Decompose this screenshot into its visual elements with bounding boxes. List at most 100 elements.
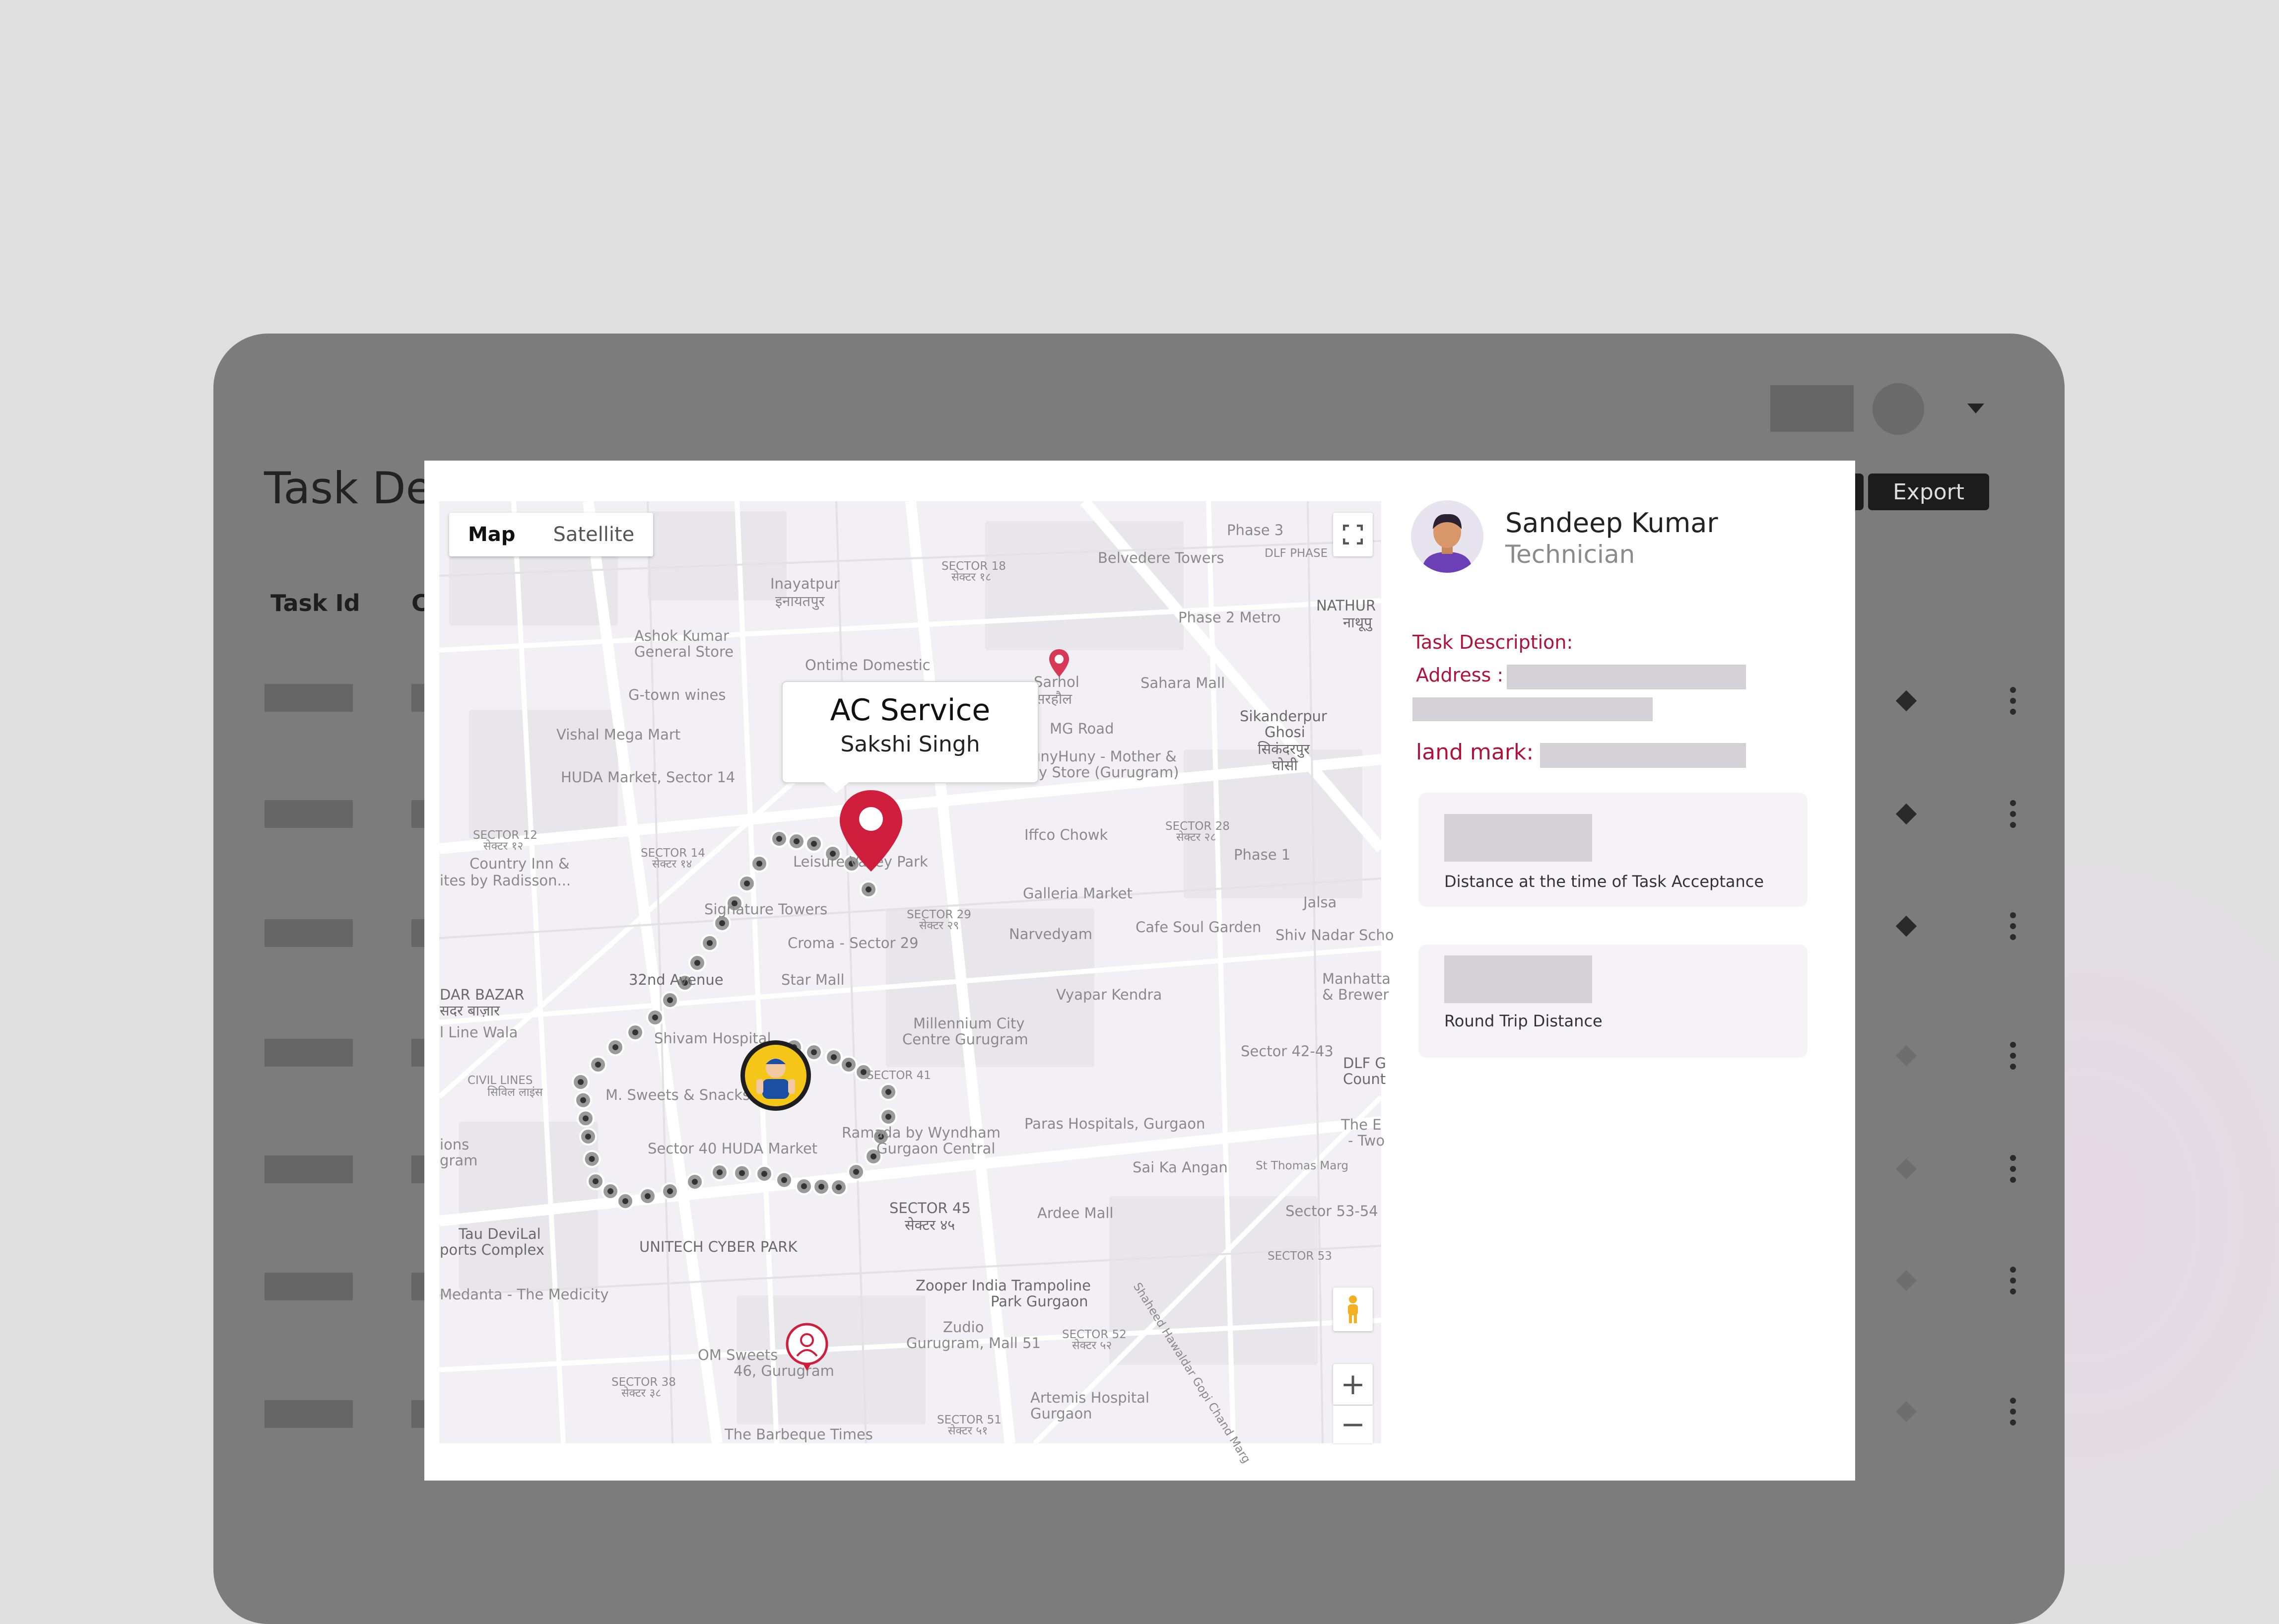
street-view-button[interactable] (1333, 1287, 1373, 1331)
route-dot-center (853, 1169, 859, 1175)
map-label-shivnadar: Shiv Nadar Scho (1275, 927, 1394, 944)
route-dot-center (580, 1097, 586, 1103)
route-dot-center (831, 1054, 837, 1060)
map-label-phase2: Phase 2 Metro (1178, 609, 1281, 626)
map-type-map-button[interactable]: Map (449, 513, 534, 556)
route-dot-center (866, 886, 871, 892)
map-label-vishal: Vishal Mega Mart (556, 726, 681, 743)
address-value-placeholder (1507, 665, 1746, 689)
map-info-callout: AC Service Sakshi Singh (782, 681, 1039, 783)
map-label-nathur: NATHUR (1316, 597, 1376, 614)
route-dot-center (578, 1079, 584, 1085)
map-label-gtown: G-town wines (628, 686, 726, 703)
route-dot-center (801, 1183, 807, 1189)
zoom-out-icon: − (1340, 1407, 1366, 1442)
map-label-narvedyam: Narvedyam (1009, 926, 1092, 943)
map-label-phase1: Phase 1 (1234, 846, 1291, 863)
route-dot-center (761, 1171, 767, 1177)
route-dot-center (836, 1184, 842, 1190)
map-label-ramada2: Gurgaon Central (876, 1140, 996, 1157)
map-label-civil-hi: सिविल लाइंस (487, 1086, 543, 1099)
fullscreen-icon (1343, 525, 1363, 544)
route-dot-center (667, 1188, 673, 1194)
round-trip-card: Round Trip Distance (1418, 945, 1808, 1058)
route-dot-center (694, 960, 700, 966)
technician-role: Technician (1505, 540, 1635, 569)
round-trip-value-placeholder (1444, 955, 1592, 1003)
map-label-hunny2: y Store (Gurugram) (1039, 764, 1179, 781)
route-dot-center (607, 1188, 613, 1194)
map-label-two: - Two (1348, 1132, 1385, 1149)
map-label-ontime: Ontime Domestic (805, 657, 931, 674)
route-dot-center (861, 1069, 867, 1075)
route-dot-center (645, 1193, 651, 1199)
landmark-label: land mark: (1416, 740, 1534, 765)
map-label-zudio2: Gurugram, Mall 51 (906, 1335, 1041, 1352)
map-label-saika: Sai Ka Angan (1133, 1159, 1228, 1176)
route-dot-center (583, 1115, 589, 1122)
map-label-sector51-hi: सेक्टर ५१ (948, 1424, 988, 1437)
map-label-linewala: l Line Wala (440, 1024, 518, 1041)
map-label-sector12-hi: सेक्टर १२ (483, 840, 524, 853)
map-label-vyapar: Vyapar Kendra (1056, 986, 1162, 1003)
map-label-sikanderpur-hi: सिकंदरपुर (1258, 741, 1310, 757)
route-dot-center (719, 920, 725, 926)
route-dot-center (692, 1179, 698, 1185)
map-label-taudevilal: Tau DeviLal (459, 1225, 541, 1242)
address-label: Address : (1416, 664, 1504, 686)
route-dot-center (652, 1015, 658, 1020)
zoom-in-button[interactable]: + (1333, 1364, 1373, 1405)
route-dot-center (781, 1177, 787, 1183)
route-dot-center (593, 1178, 599, 1184)
map-label-inayatpur: Inayatpur (770, 575, 840, 592)
map-label-darbazar: DAR BAZAR (440, 986, 525, 1003)
map-label-artemis2: Gurgaon (1030, 1405, 1092, 1422)
distance-acceptance-value-placeholder (1444, 814, 1592, 862)
map-label-phase3: Phase 3 (1227, 522, 1284, 539)
map-label-jalsa: Jalsa (1303, 894, 1337, 911)
map-label-unitech: UNITECH CYBER PARK (639, 1238, 798, 1255)
person-avatar-icon (1422, 514, 1473, 573)
map-label-country: Country Inn & (469, 855, 570, 872)
map-label-huda: HUDA Market, Sector 14 (561, 769, 736, 786)
task-description-label: Task Description: (1412, 631, 1573, 653)
map-label-sector45: SECTOR 45 (889, 1200, 971, 1217)
map-label-sikanderpur: Sikanderpur (1240, 708, 1327, 725)
fullscreen-button[interactable] (1333, 513, 1373, 556)
map-label-gram: gram (440, 1152, 478, 1169)
destination-marker-icon[interactable] (785, 1322, 829, 1372)
address-value-placeholder-line2 (1412, 697, 1653, 721)
map-label-sector28-hi: सेक्टर २८ (1176, 831, 1216, 844)
route-overlay (572, 830, 897, 1210)
map-label-belvedere: Belvedere Towers (1098, 549, 1224, 566)
route-dot-center (885, 1114, 891, 1120)
zoom-out-button[interactable]: − (1333, 1406, 1373, 1443)
route-dot-center (589, 1156, 595, 1162)
map-label-sector45-hi: सेक्टर ४५ (905, 1217, 955, 1233)
map-label-sector38-hi: सेक्टर ३८ (621, 1387, 662, 1400)
map-label-iffco: Iffco Chowk (1024, 826, 1108, 843)
map-label-dlfcount: DLF G (1343, 1055, 1386, 1072)
map-label-brewer: & Brewer (1322, 986, 1389, 1003)
route-dot-center (595, 1062, 601, 1068)
route-dot-center (744, 880, 750, 886)
map-label-sector14-hi: सेक्टर १४ (652, 858, 692, 871)
map-label-stthomas: St Thomas Marg (1256, 1159, 1349, 1172)
route-dot-center (776, 836, 782, 842)
map-label-thee: The E (1341, 1116, 1382, 1133)
technician-avatar (1411, 500, 1483, 573)
map-pin-icon[interactable] (837, 788, 905, 874)
map-label-zooper: Zooper India Trampoline (916, 1277, 1091, 1294)
map-label-galleria: Galleria Market (1023, 885, 1133, 902)
round-trip-label: Round Trip Distance (1444, 1012, 1603, 1030)
map-label-hunny: unyHuny - Mother & (1031, 748, 1177, 765)
sarhol-poi-icon (1049, 649, 1069, 677)
route-dot-center (846, 1062, 852, 1068)
route-dot-center (707, 940, 713, 946)
technician-marker-icon[interactable] (738, 1038, 813, 1113)
map-label-zudio: Zudio (943, 1319, 984, 1336)
map-type-control[interactable]: Map Satellite (449, 513, 654, 556)
map-label-country2: ites by Radisson... (440, 872, 571, 889)
map-label-avenue: 32nd Avenue (629, 971, 724, 988)
map-type-satellite-button[interactable]: Satellite (534, 513, 653, 556)
